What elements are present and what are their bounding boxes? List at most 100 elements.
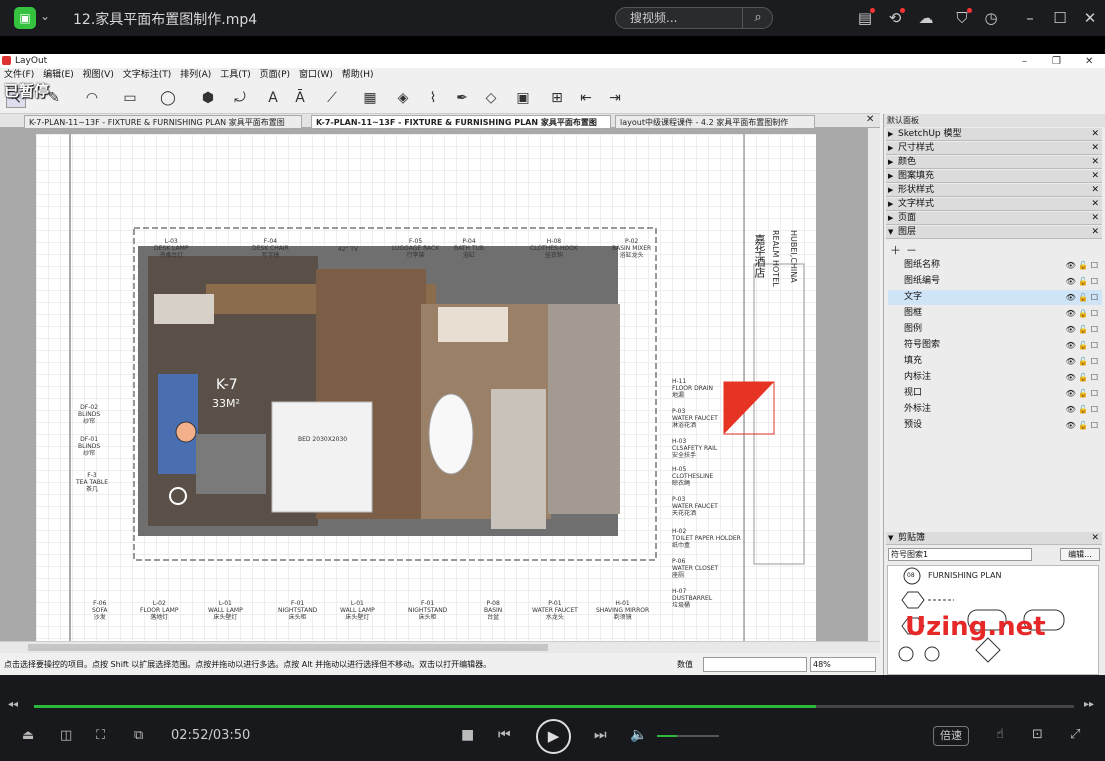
add-layer-icon[interactable]: ＋ [890,242,901,258]
section-scrapbooks[interactable]: ▼ 剪贴簿 ✕ [886,532,1102,545]
previous-page-icon[interactable]: ⇤ [576,88,596,108]
layer-item[interactable]: 图例 👁 🔓 ☐ [888,322,1102,337]
volume-slider[interactable] [657,735,719,737]
previous-icon[interactable]: ⏮ [498,727,511,743]
menu-window[interactable]: 窗口(W) [299,70,333,80]
menu-view[interactable]: 视图(V) [83,70,114,80]
app-minimize-icon[interactable]: – [1022,55,1027,69]
section-shape-style[interactable]: ▶ 形状样式 ✕ [886,184,1102,197]
cast-icon[interactable]: ⧉ [134,728,143,743]
eject-icon[interactable]: ⏏ [22,728,34,743]
visibility-lock-icons[interactable]: 👁 🔓 ☐ [1066,258,1098,273]
chevron-down-icon[interactable]: ⌄ [40,9,50,23]
style-tool-icon[interactable]: ✒ [452,88,472,108]
stop-icon[interactable]: ■ [461,727,474,743]
menu-text[interactable]: 文字标注(T) [123,70,172,80]
drawing-paper[interactable]: K-7 33M² BED 2030X2030 嘉华酒店 REALM HOTEL … [36,134,816,641]
visibility-lock-icons[interactable]: 👁 🔒 ☐ [1066,306,1098,321]
eraser-tool-icon[interactable]: ◈ [393,88,413,108]
section-text-style[interactable]: ▶ 文字样式 ✕ [886,198,1102,211]
player-logo-icon[interactable]: ▣ [14,7,36,29]
menu-tools[interactable]: 工具(T) [220,70,251,80]
forward-icon[interactable]: ▸▸ [1084,699,1094,710]
scrollbar-thumb[interactable] [28,644,548,651]
menu-edit[interactable]: 编辑(E) [43,70,74,80]
close-icon[interactable]: ✕ [1080,8,1100,28]
split-tool-icon[interactable]: ◇ [481,88,501,108]
measurements-input[interactable] [703,657,807,672]
close-icon[interactable]: ✕ [1091,156,1099,169]
layer-item[interactable]: 预设 👁 🔓 ☐ [888,418,1102,433]
section-pages[interactable]: ▶ 页面 ✕ [886,212,1102,225]
polygon-tool-icon[interactable]: ⬢ [198,88,218,108]
layer-item[interactable]: 填充 👁 🔓 ☐ [888,354,1102,369]
dimension-tool-icon[interactable]: ⟋ [322,88,342,108]
clock-icon[interactable]: ◷ [981,8,1001,28]
volume-icon[interactable]: 🔈 [630,727,647,743]
minimize-icon[interactable]: – [1020,8,1040,28]
subtitle-icon[interactable]: ◫ [60,728,72,743]
layer-item[interactable]: 内标注 👁 🔓 ☐ [888,370,1102,385]
close-icon[interactable]: ✕ [1091,226,1099,239]
zoom-select[interactable]: 48% [810,657,876,672]
layer-item-selected[interactable]: 文字 👁 🔓 ☐ [888,290,1102,305]
eyedropper-tool-icon[interactable]: ⌇ [423,88,443,108]
menu-arrange[interactable]: 排列(A) [180,70,211,80]
speed-button[interactable]: 倍速 [933,726,969,746]
add-page-icon[interactable]: ⊞ [547,88,567,108]
layer-item[interactable]: 符号图索 👁 🔓 ☐ [888,338,1102,353]
section-sketchup-model[interactable]: ▶ SketchUp 模型 ✕ [886,128,1102,141]
canvas-area[interactable]: K-7 33M² BED 2030X2030 嘉华酒店 REALM HOTEL … [0,128,880,641]
label-tool-icon[interactable]: Ā [290,88,310,108]
tab-plan-2[interactable]: K-7-PLAN-11~13F - FIXTURE & FURNISHING P… [311,115,611,128]
visibility-lock-icons[interactable]: 👁 🔓 ☐ [1066,290,1098,305]
close-icon[interactable]: ✕ [1091,212,1099,225]
close-tab-icon[interactable]: ✕ [866,114,874,125]
document-icon[interactable]: ▤ [855,8,875,28]
rectangle-tool-icon[interactable]: ▭ [120,88,140,108]
progress-bar[interactable] [34,705,1074,708]
layer-item[interactable]: 图纸名称 👁 🔓 ☐ [888,258,1102,273]
search-icon[interactable]: ⌕ [742,7,773,29]
circle-tool-icon[interactable]: ◯ [158,88,178,108]
visibility-lock-icons[interactable]: 👁 🔓 ☐ [1066,322,1098,337]
layer-item[interactable]: 视口 👁 🔓 ☐ [888,386,1102,401]
shirt-icon[interactable]: ⛉ [952,8,972,28]
visibility-lock-icons[interactable]: 👁 🔓 ☐ [1066,386,1098,401]
menu-help[interactable]: 帮助(H) [342,70,374,80]
menu-pages[interactable]: 页面(P) [260,70,290,80]
remove-layer-icon[interactable]: － [906,242,917,258]
fullscreen-icon[interactable]: ⤢ [1070,727,1080,742]
close-icon[interactable]: ✕ [1091,128,1099,141]
close-icon[interactable]: ✕ [1091,184,1099,197]
play-button[interactable]: ▶ [536,719,571,754]
horizontal-scrollbar[interactable] [0,641,880,653]
section-colors[interactable]: ▶ 颜色 ✕ [886,156,1102,169]
toolbox-icon[interactable]: ⊡ [1032,727,1043,742]
next-icon[interactable]: ⏭ [594,727,607,743]
next-page-icon[interactable]: ⇥ [605,88,625,108]
layer-item[interactable]: 图框 👁 🔒 ☐ [888,306,1102,321]
share-icon[interactable]: ⟲ [885,8,905,28]
close-icon[interactable]: ✕ [1091,170,1099,183]
maximize-icon[interactable]: ☐ [1050,8,1070,28]
visibility-lock-icons[interactable]: 👁 🔓 ☐ [1066,354,1098,369]
tab-plan-1[interactable]: K-7-PLAN-11~13F - FIXTURE & FURNISHING P… [24,115,302,128]
section-layers[interactable]: ▼ 图层 ✕ [886,226,1102,239]
presentation-icon[interactable]: ▣ [513,88,533,108]
app-close-icon[interactable]: ✕ [1085,55,1093,69]
scrapbook-select[interactable]: 符号图索1 [888,548,1032,561]
visibility-lock-icons[interactable]: 👁 🔓 ☐ [1066,274,1098,289]
offset-tool-icon[interactable]: ⤾ [230,88,250,108]
arc-tool-icon[interactable]: ◠ [82,88,102,108]
hand-icon[interactable]: ☝ [996,727,1004,742]
cloud-icon[interactable]: ☁ [916,8,936,28]
section-dimension-style[interactable]: ▶ 尺寸样式 ✕ [886,142,1102,155]
scrapbook-edit-button[interactable]: 编辑... [1060,548,1100,561]
rewind-icon[interactable]: ◂◂ [8,699,18,710]
vertical-scrollbar[interactable] [868,128,880,641]
section-pattern-fill[interactable]: ▶ 图案填充 ✕ [886,170,1102,183]
text-tool-icon[interactable]: A [263,88,283,108]
visibility-lock-icons[interactable]: 👁 🔓 ☐ [1066,418,1098,433]
table-tool-icon[interactable]: ▦ [360,88,380,108]
